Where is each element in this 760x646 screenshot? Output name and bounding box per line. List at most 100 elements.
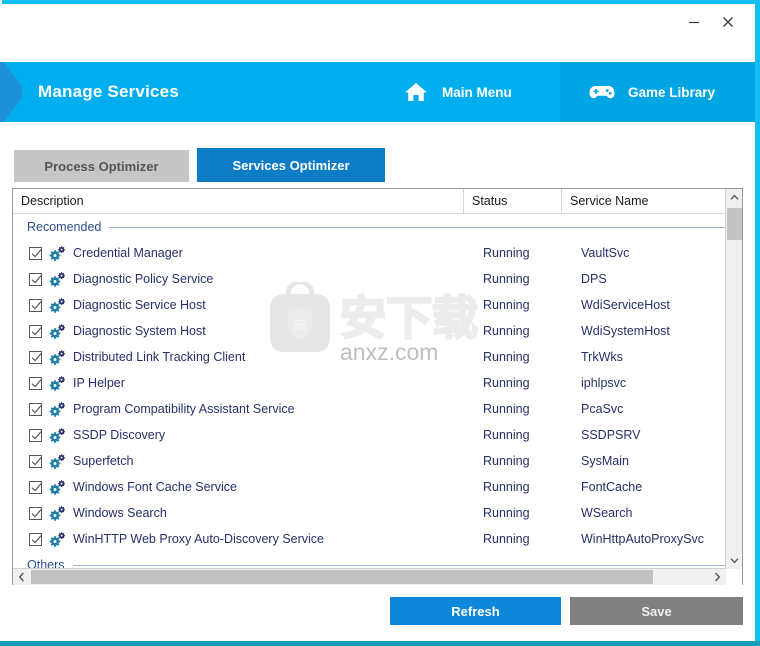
- service-description: Distributed Link Tracking Client: [73, 350, 246, 364]
- service-description: Windows Font Cache Service: [73, 480, 237, 494]
- horizontal-scrollbar[interactable]: [13, 568, 726, 585]
- row-checkbox[interactable]: [29, 506, 42, 520]
- check-icon: [31, 378, 42, 387]
- vertical-scrollbar[interactable]: [725, 189, 742, 569]
- table-row[interactable]: Diagnostic Policy Service Running DPS: [13, 266, 742, 292]
- service-gear-icon: [49, 479, 66, 495]
- cell-description: Distributed Link Tracking Client: [13, 344, 463, 370]
- scroll-left-button[interactable]: [13, 569, 30, 585]
- save-button[interactable]: Save: [570, 597, 743, 625]
- check-icon: [31, 326, 42, 335]
- table-row[interactable]: Distributed Link Tracking Client Running…: [13, 344, 742, 370]
- row-checkbox[interactable]: [29, 376, 42, 390]
- scroll-down-button[interactable]: [726, 552, 742, 569]
- footer-bar: Refresh Save: [0, 585, 755, 641]
- app-window: Manage Services Main Menu Game Library P…: [0, 0, 760, 646]
- cell-description: Credential Manager: [13, 240, 463, 266]
- service-gear-icon: [49, 427, 66, 443]
- check-icon: [31, 534, 42, 543]
- service-gear-icon: [49, 297, 66, 313]
- cell-status: Running: [483, 350, 530, 364]
- row-checkbox[interactable]: [29, 324, 42, 338]
- column-header-status[interactable]: Status: [463, 189, 561, 213]
- service-gear-icon: [49, 349, 66, 365]
- minimize-button[interactable]: [679, 8, 709, 36]
- column-header-service-name[interactable]: Service Name: [561, 189, 721, 213]
- table-row[interactable]: Credential Manager Running VaultSvc: [13, 240, 742, 266]
- check-icon: [31, 508, 42, 517]
- tab-services-optimizer[interactable]: Services Optimizer: [197, 148, 385, 182]
- close-icon: [723, 17, 733, 27]
- scroll-right-button[interactable]: [709, 569, 726, 585]
- refresh-button[interactable]: Refresh: [390, 597, 561, 625]
- cell-service-name: WdiSystemHost: [581, 324, 670, 338]
- chevron-right-icon: [715, 572, 721, 582]
- row-checkbox[interactable]: [29, 428, 42, 442]
- cell-service-name: iphlpsvc: [581, 376, 627, 390]
- service-gear-icon: [49, 245, 66, 261]
- cell-service-name: TrkWks: [581, 350, 623, 364]
- cell-description: Diagnostic Service Host: [13, 292, 463, 318]
- group-header-label: Recomended: [27, 220, 102, 234]
- check-icon: [31, 430, 42, 439]
- service-description: Diagnostic System Host: [73, 324, 206, 338]
- row-checkbox[interactable]: [29, 454, 42, 468]
- vertical-scroll-thumb[interactable]: [727, 208, 742, 240]
- check-icon: [31, 404, 42, 413]
- column-header-description[interactable]: Description: [13, 189, 463, 213]
- table-row[interactable]: Windows Search Running WSearch: [13, 500, 742, 526]
- table-row[interactable]: WinHTTP Web Proxy Auto-Discovery Service…: [13, 526, 742, 552]
- cell-description: Windows Search: [13, 500, 463, 526]
- cell-description: Windows Font Cache Service: [13, 474, 463, 500]
- group-header-rule: [72, 564, 734, 566]
- row-checkbox[interactable]: [29, 246, 42, 260]
- chevron-up-icon: [730, 194, 738, 200]
- service-description: IP Helper: [73, 376, 125, 390]
- tab-process-optimizer[interactable]: Process Optimizer: [14, 150, 189, 182]
- service-description: WinHTTP Web Proxy Auto-Discovery Service: [73, 532, 324, 546]
- cell-description: Program Compatibility Assistant Service: [13, 396, 463, 422]
- table-row[interactable]: IP Helper Running iphlpsvc: [13, 370, 742, 396]
- table-row[interactable]: Diagnostic Service Host Running WdiServi…: [13, 292, 742, 318]
- row-checkbox[interactable]: [29, 480, 42, 494]
- check-icon: [31, 300, 42, 309]
- cell-description: IP Helper: [13, 370, 463, 396]
- row-checkbox[interactable]: [29, 402, 42, 416]
- cell-status: Running: [483, 506, 530, 520]
- table-row[interactable]: Diagnostic System Host Running WdiSystem…: [13, 318, 742, 344]
- row-checkbox[interactable]: [29, 350, 42, 364]
- table-row[interactable]: SSDP Discovery Running SSDPSRV: [13, 422, 742, 448]
- horizontal-scroll-thumb[interactable]: [31, 570, 653, 584]
- scroll-up-button[interactable]: [726, 189, 742, 206]
- cell-status: Running: [483, 246, 530, 260]
- app-header: Manage Services Main Menu Game Library: [0, 62, 755, 122]
- close-button[interactable]: [713, 8, 743, 36]
- cell-service-name: FontCache: [581, 480, 643, 494]
- service-description: Program Compatibility Assistant Service: [73, 402, 295, 416]
- nav-item-main-menu-label: Main Menu: [442, 84, 512, 100]
- service-gear-icon: [49, 375, 66, 391]
- table-row[interactable]: Program Compatibility Assistant Service …: [13, 396, 742, 422]
- row-checkbox[interactable]: [29, 532, 42, 546]
- service-description: Diagnostic Policy Service: [73, 272, 214, 286]
- cell-status: Running: [483, 532, 530, 546]
- service-gear-icon: [49, 401, 66, 417]
- nav-item-main-menu[interactable]: Main Menu: [380, 62, 560, 122]
- page-title: Manage Services: [38, 82, 179, 101]
- table-row[interactable]: Superfetch Running SysMain: [13, 448, 742, 474]
- table-row[interactable]: Windows Font Cache Service Running FontC…: [13, 474, 742, 500]
- row-checkbox[interactable]: [29, 298, 42, 312]
- home-icon: [402, 78, 430, 106]
- services-list-panel: Description Status Service Name Recomend…: [12, 188, 743, 586]
- refresh-button-label: Refresh: [451, 603, 500, 619]
- cell-description: Diagnostic Policy Service: [13, 266, 463, 292]
- cell-service-name: PcaSvc: [581, 402, 624, 416]
- row-checkbox[interactable]: [29, 272, 42, 286]
- cell-status: Running: [483, 428, 530, 442]
- cell-status: Running: [483, 376, 530, 390]
- nav-item-game-library[interactable]: Game Library: [560, 62, 755, 122]
- service-gear-icon: [49, 531, 66, 547]
- service-description: SSDP Discovery: [73, 428, 166, 442]
- window-bottom-accent: [0, 641, 760, 646]
- cell-status: Running: [483, 454, 530, 468]
